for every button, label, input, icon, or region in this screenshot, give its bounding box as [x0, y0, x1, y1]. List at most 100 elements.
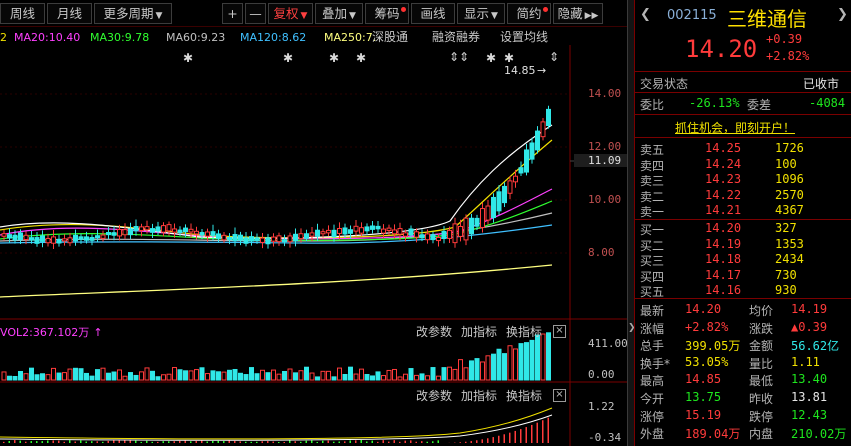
volume-bar	[463, 367, 469, 381]
ask-level-label: 卖二	[640, 189, 665, 204]
macd-bar	[179, 440, 181, 443]
hide-button[interactable]: 隐藏 ▶▶	[553, 3, 603, 24]
macd-bar	[107, 440, 109, 443]
volume-bar	[298, 370, 304, 381]
candle	[546, 105, 551, 129]
margin-trading-link[interactable]: 融资融券	[432, 30, 480, 45]
volume-bar	[89, 375, 95, 381]
set-ma-link[interactable]: 设置均线	[500, 30, 548, 45]
macd-bar	[437, 440, 439, 443]
macd-bar	[146, 440, 148, 443]
bid-volume: 2434	[775, 252, 804, 266]
volume-bar	[194, 369, 199, 381]
prev-stock-icon[interactable]: ❮	[640, 7, 651, 22]
open-account-promo-link[interactable]: 抓住机会，即刻开户！	[675, 119, 795, 136]
macd-axis-top: 1.22	[588, 400, 615, 413]
draw-line-button[interactable]: 画线	[411, 3, 455, 24]
volume-bar	[84, 372, 89, 381]
arrow-marker-icon[interactable]: ⇕	[549, 50, 559, 64]
macd-bar	[267, 441, 269, 443]
volume-bar	[342, 374, 348, 381]
volume-bar	[139, 371, 144, 381]
vol-switch-indicator-link[interactable]: 换指标	[506, 323, 542, 340]
macd-bar	[168, 441, 170, 443]
sgt-link[interactable]: 深股通	[372, 30, 408, 45]
adjust-rights-button[interactable]: 复权 ▼	[268, 3, 313, 24]
macd-switch-indicator-link[interactable]: 换指标	[506, 387, 542, 404]
macd-bar	[19, 440, 21, 443]
event-marker-icon[interactable]: ✱	[183, 51, 193, 65]
macd-bar	[85, 441, 87, 443]
event-marker-icon[interactable]: ✱	[486, 51, 496, 65]
price-tick: 12.00	[588, 140, 622, 153]
macd-close-icon[interactable]: ×	[553, 389, 566, 402]
stat-value: 189.04万	[685, 427, 741, 442]
volume-bar	[513, 348, 518, 381]
candle	[326, 225, 331, 236]
candle	[463, 214, 469, 246]
macd-bar	[404, 440, 406, 443]
zoom-out-button[interactable]: —	[245, 3, 266, 24]
candle	[276, 232, 282, 246]
kline-chart[interactable]: ✱ ✱ ✱ ✱ ✱ ✱ ⇕⇕ ⇕ 14.85 →	[0, 45, 627, 446]
macd-change-params-link[interactable]: 改参数	[416, 387, 452, 404]
volume-bar	[518, 343, 524, 381]
macd-bar	[102, 441, 104, 443]
macd-bar	[234, 440, 236, 443]
ask-price: 14.22	[705, 187, 742, 202]
stat-value: 1.11	[791, 354, 820, 369]
event-marker-icon[interactable]: ✱	[329, 51, 339, 65]
display-button[interactable]: 显示 ▼	[457, 3, 505, 24]
volume-bar	[56, 372, 62, 381]
macd-bar	[173, 441, 175, 443]
stat-label: 总手	[640, 339, 665, 354]
event-marker-icon[interactable]: ✱	[283, 51, 293, 65]
zoom-in-button[interactable]: +	[222, 3, 243, 24]
volume-bar	[111, 371, 117, 381]
macd-bar	[316, 441, 318, 443]
volume-bar	[502, 353, 507, 381]
volume-bar	[546, 332, 551, 381]
stat-label: 均价	[749, 304, 774, 318]
volume-bar	[221, 371, 227, 381]
macd-bar	[91, 441, 93, 443]
weicha-label: 委差	[747, 98, 772, 112]
vol-close-icon[interactable]: ×	[553, 325, 566, 338]
candle	[56, 234, 62, 247]
macd-bar	[355, 440, 357, 443]
macd-bar	[547, 417, 549, 443]
macd-bar	[212, 440, 214, 443]
vol-change-params-link[interactable]: 改参数	[416, 323, 452, 340]
macd-add-indicator-link[interactable]: 加指标	[461, 387, 497, 404]
panel-splitter[interactable]	[627, 0, 634, 446]
event-marker-icon[interactable]: ✱	[356, 51, 366, 65]
overlay-button[interactable]: 叠加 ▼	[315, 3, 363, 24]
stat-value: 53.05%	[685, 354, 729, 369]
stat-value: ▲0.39	[791, 319, 828, 334]
event-marker-icon[interactable]: ✱	[504, 51, 514, 65]
macd-bar	[113, 440, 115, 443]
macd-bar	[542, 420, 544, 443]
macd-bar	[217, 440, 219, 443]
weekly-button[interactable]: 周线	[0, 3, 45, 24]
stock-name: 三维通信	[727, 7, 807, 31]
stat-label: 外盘	[640, 427, 665, 442]
macd-bar	[465, 441, 467, 443]
chips-button[interactable]: 筹码	[365, 3, 409, 24]
arrows-marker-icon[interactable]: ⇕⇕	[449, 50, 469, 64]
ask-volume: 1726	[775, 141, 804, 155]
more-periods-button[interactable]: 更多周期 ▼	[94, 3, 172, 24]
draw-line-label: 画线	[420, 6, 446, 21]
ma30-value: MA30:9.78	[90, 31, 150, 44]
candle	[133, 219, 139, 236]
simple-button[interactable]: 简约	[507, 3, 551, 24]
next-stock-icon[interactable]: ❯	[837, 7, 848, 22]
macd-bar	[58, 440, 60, 443]
volume-bar	[232, 368, 238, 381]
ask-volume: 2570	[775, 187, 804, 202]
monthly-button[interactable]: 月线	[47, 3, 92, 24]
vol-add-indicator-link[interactable]: 加指标	[461, 323, 497, 340]
stat-value: 15.19	[685, 407, 722, 422]
candle	[375, 221, 381, 233]
volume-indicator-label: VOL2:367.102万 ↑	[0, 324, 103, 340]
